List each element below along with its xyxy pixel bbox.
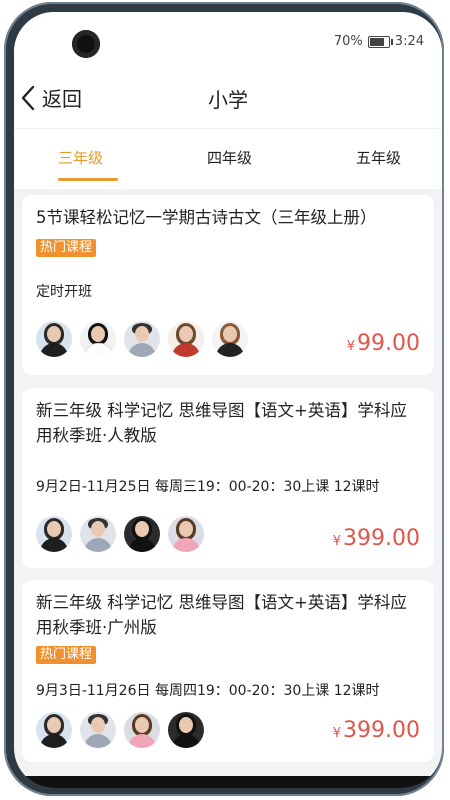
teacher-avatar-icon	[36, 712, 72, 748]
teacher-avatar-icon	[124, 712, 160, 748]
course-title: 新三年级 科学记忆 思维导图【语文+英语】学科应用秋季班·人教版	[36, 401, 407, 445]
teacher-avatar-icon	[124, 321, 160, 357]
course-card[interactable]: 新三年级 科学记忆 思维导图【语文+英语】学科应用秋季班·广州版 热门课程 9月…	[22, 580, 434, 762]
teacher-avatar-icon	[124, 516, 160, 552]
hot-course-badge: 热门课程	[36, 239, 97, 257]
course-card[interactable]: 5节课轻松记忆一学期古诗古文（三年级上册） 热门课程 定时开班 ¥99.00	[22, 195, 434, 375]
teacher-avatar-icon	[80, 321, 116, 357]
hot-course-badge: 热门课程	[36, 646, 97, 664]
course-title: 新三年级 科学记忆 思维导图【语文+英语】学科应用秋季班·广州版	[36, 593, 407, 637]
course-schedule: 定时开班	[36, 284, 92, 300]
active-tab-indicator	[58, 178, 118, 181]
battery-icon	[367, 35, 393, 48]
tab-grade-3[interactable]: 三年级	[58, 147, 103, 168]
screen: 70% 3:24 返回 小学 三年级 四年级 五年级 5节课轻松记忆一学期古诗古…	[14, 12, 442, 788]
teacher-avatar-icon	[80, 712, 116, 748]
tab-grade-4[interactable]: 四年级	[207, 147, 252, 168]
price-value: 399.00	[343, 718, 420, 743]
price-value: 399.00	[343, 526, 420, 551]
course-card[interactable]: 新三年级 科学记忆 思维导图【语文+英语】学科应用秋季班·人教版 9月2日-11…	[22, 388, 434, 568]
teacher-avatars	[36, 712, 204, 748]
course-price: ¥399.00	[333, 718, 420, 743]
teacher-avatars	[36, 516, 204, 552]
course-title: 5节课轻松记忆一学期古诗古文（三年级上册）	[36, 208, 377, 227]
clock: 3:24	[394, 34, 424, 49]
teacher-avatar-icon	[168, 712, 204, 748]
tab-grade-5[interactable]: 五年级	[356, 147, 401, 168]
battery-percent: 70%	[333, 34, 363, 49]
teacher-avatar-icon	[212, 321, 248, 357]
top-nav-bar: 返回 小学	[14, 68, 442, 129]
status-indicators: 70% 3:24	[334, 34, 424, 49]
course-schedule: 9月3日-11月26日 每周四19：00-20：30上课 12课时	[36, 683, 380, 699]
teacher-avatar-icon	[36, 321, 72, 357]
phone-frame: 70% 3:24 返回 小学 三年级 四年级 五年级 5节课轻松记忆一学期古诗古…	[4, 2, 444, 796]
teacher-avatars	[36, 321, 248, 357]
currency-symbol: ¥	[346, 339, 356, 354]
page-title: 小学	[208, 88, 248, 112]
course-schedule: 9月2日-11月25日 每周三19：00-20：30上课 12课时	[36, 479, 380, 495]
currency-symbol: ¥	[332, 534, 342, 549]
teacher-avatar-icon	[36, 516, 72, 552]
teacher-avatar-icon	[168, 516, 204, 552]
front-camera-icon	[72, 30, 100, 58]
course-price: ¥399.00	[333, 526, 420, 551]
bottom-bezel	[14, 776, 442, 788]
price-value: 99.00	[357, 331, 420, 356]
status-bar: 70% 3:24	[14, 12, 442, 68]
currency-symbol: ¥	[332, 726, 342, 741]
teacher-avatar-icon	[168, 321, 204, 357]
teacher-avatar-icon	[80, 516, 116, 552]
course-price: ¥99.00	[347, 331, 420, 356]
grade-tabs: 三年级 四年级 五年级	[14, 129, 442, 189]
